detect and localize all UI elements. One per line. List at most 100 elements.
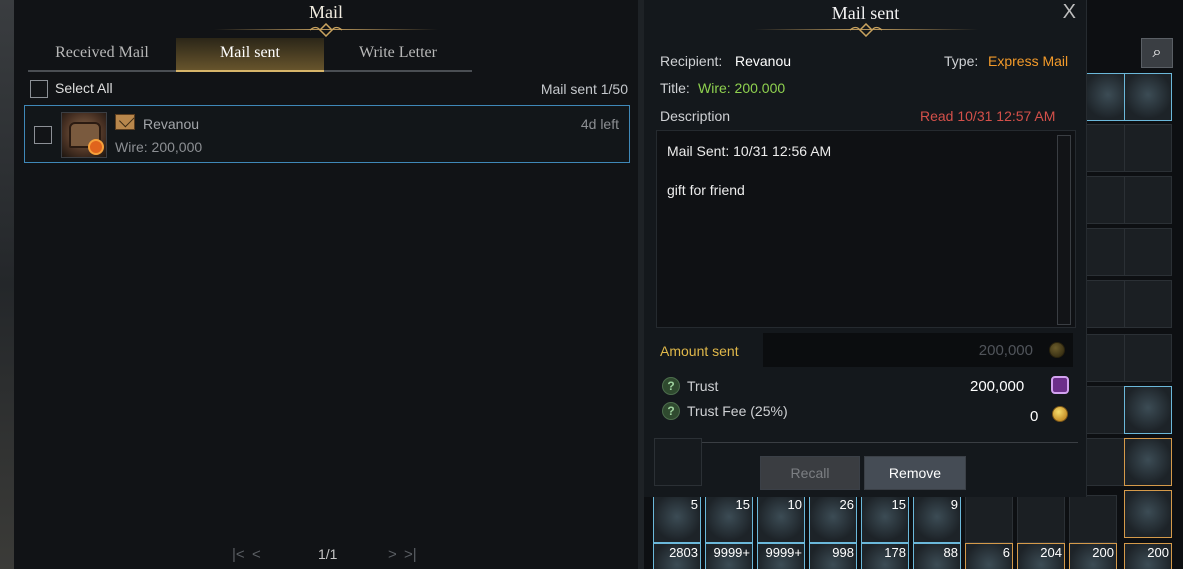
- amount-sent-field: 200,000: [763, 333, 1073, 367]
- inventory-slot[interactable]: [1124, 228, 1172, 276]
- inventory-slot[interactable]: 204: [1017, 543, 1065, 569]
- mail-list-item[interactable]: Revanou Wire: 200,000 4d left: [24, 105, 630, 163]
- item-count: 5: [690, 497, 698, 512]
- description-box[interactable]: Mail Sent: 10/31 12:56 AM gift for frien…: [656, 130, 1076, 328]
- inventory-slot[interactable]: [965, 495, 1013, 543]
- trust-fee-value: 0: [1030, 408, 1039, 425]
- item-count: 178: [884, 545, 906, 560]
- description-line: Mail Sent: 10/31 12:56 AM: [667, 143, 832, 159]
- chest-icon: [61, 112, 107, 158]
- inventory-slot[interactable]: [1124, 73, 1172, 121]
- gold-coin-icon: [1052, 406, 1068, 422]
- recipient-label: Recipient:: [660, 53, 723, 69]
- divider: [656, 442, 1078, 443]
- description-scrollbar[interactable]: [1057, 135, 1071, 325]
- next-page-icon[interactable]: >: [388, 546, 397, 563]
- inventory-slot[interactable]: 2803: [653, 543, 701, 569]
- inventory-slot[interactable]: [1124, 280, 1172, 328]
- help-icon[interactable]: ?: [662, 377, 680, 395]
- item-count: 6: [1002, 545, 1010, 560]
- detail-title: Mail sent: [831, 3, 900, 23]
- inventory-slot[interactable]: 9: [913, 495, 961, 543]
- first-page-icon[interactable]: |<: [232, 546, 245, 563]
- item-count: 2803: [669, 545, 698, 560]
- item-count: 200: [1092, 545, 1114, 560]
- inventory-slot[interactable]: 26: [809, 495, 857, 543]
- inventory-slot[interactable]: 200: [1124, 543, 1172, 569]
- item-count: 9999+: [765, 545, 802, 560]
- page-indicator: 1/1: [318, 546, 338, 562]
- tab-mail-sent[interactable]: Mail sent: [176, 38, 324, 72]
- mail-item-checkbox[interactable]: [34, 126, 52, 144]
- mail-panel: Mail Received Mail Mail sent Write Lette…: [14, 0, 638, 569]
- inventory-slot[interactable]: 6: [965, 543, 1013, 569]
- description-label: Description: [660, 108, 731, 124]
- envelope-icon: [115, 114, 135, 130]
- item-count: 26: [839, 497, 854, 512]
- select-all-checkbox[interactable]: [30, 80, 48, 98]
- trust-label: Trust: [687, 378, 719, 394]
- mail-detail-panel: Mail sent X Recipient: Revanou Type: Exp…: [644, 0, 1087, 497]
- pagination: |< < 1/1 > >|: [232, 546, 432, 566]
- ornament-icon: [309, 23, 343, 37]
- inventory-slot[interactable]: 88: [913, 543, 961, 569]
- description-line: gift for friend: [667, 182, 745, 198]
- inventory-slot[interactable]: 9999+: [757, 543, 805, 569]
- type-value: Express Mail: [988, 53, 1069, 69]
- mail-recipient: Revanou: [143, 116, 200, 132]
- item-count: 9999+: [713, 545, 750, 560]
- select-all-label: Select All: [55, 80, 113, 96]
- amount-sent-value: 200,000: [978, 342, 1033, 359]
- type-label: Type:: [944, 53, 979, 69]
- inventory-slot[interactable]: 15: [861, 495, 909, 543]
- inventory-slot[interactable]: 5: [653, 495, 701, 543]
- inventory-slot[interactable]: 200: [1069, 543, 1117, 569]
- help-icon[interactable]: ?: [662, 402, 680, 420]
- title-value: Wire: 200.000: [698, 80, 786, 96]
- item-count: 9: [950, 497, 958, 512]
- inventory-slot[interactable]: 178: [861, 543, 909, 569]
- inventory-slot[interactable]: [1069, 495, 1117, 543]
- item-count: 15: [735, 497, 750, 512]
- inventory-slot[interactable]: 15: [705, 495, 753, 543]
- inventory-slot[interactable]: [1124, 490, 1172, 538]
- trust-currency-icon: [1051, 376, 1069, 394]
- recipient-value: Revanou: [735, 53, 792, 69]
- inventory-slot[interactable]: 9999+: [705, 543, 753, 569]
- title-label: Title:: [660, 80, 690, 96]
- title-ornament: [214, 23, 438, 37]
- ornament-icon: [849, 23, 883, 37]
- attachment-slot[interactable]: [654, 438, 702, 486]
- item-count: 200: [1147, 545, 1169, 560]
- mail-time-left: 4d left: [580, 116, 619, 132]
- read-status: Read 10/31 12:57 AM: [920, 108, 1056, 124]
- prev-page-icon[interactable]: <: [252, 546, 261, 563]
- inventory-slot[interactable]: [1124, 334, 1172, 382]
- item-count: 998: [832, 545, 854, 560]
- mail-subject: Wire: 200,000: [115, 139, 203, 155]
- recall-button[interactable]: Recall: [760, 456, 860, 490]
- title-ornament: [754, 23, 978, 37]
- item-count: 204: [1040, 545, 1062, 560]
- inventory-slot[interactable]: [1017, 495, 1065, 543]
- item-count: 15: [891, 497, 906, 512]
- amount-sent-label: Amount sent: [660, 343, 739, 359]
- inventory-slot[interactable]: 10: [757, 495, 805, 543]
- inventory-slot[interactable]: [1124, 124, 1172, 172]
- tab-received-mail[interactable]: Received Mail: [28, 38, 176, 72]
- inventory-slot[interactable]: 998: [809, 543, 857, 569]
- trust-fee-label: Trust Fee (25%): [687, 403, 788, 419]
- mail-tabs: Received Mail Mail sent Write Letter: [28, 38, 472, 72]
- mail-panel-title: Mail: [309, 2, 343, 22]
- close-button[interactable]: X: [1063, 1, 1076, 24]
- inventory-slot[interactable]: [1124, 386, 1172, 434]
- inventory-search-button[interactable]: ⌕: [1141, 38, 1173, 68]
- select-all-row: Select All Mail sent 1/50: [30, 80, 628, 100]
- tab-write-letter[interactable]: Write Letter: [324, 38, 472, 72]
- last-page-icon[interactable]: >|: [404, 546, 417, 563]
- inventory-slot[interactable]: [1124, 176, 1172, 224]
- remove-button[interactable]: Remove: [864, 456, 966, 490]
- inventory-slot[interactable]: [1124, 438, 1172, 486]
- background-edge: [0, 0, 14, 569]
- gold-coin-icon: [1049, 342, 1065, 358]
